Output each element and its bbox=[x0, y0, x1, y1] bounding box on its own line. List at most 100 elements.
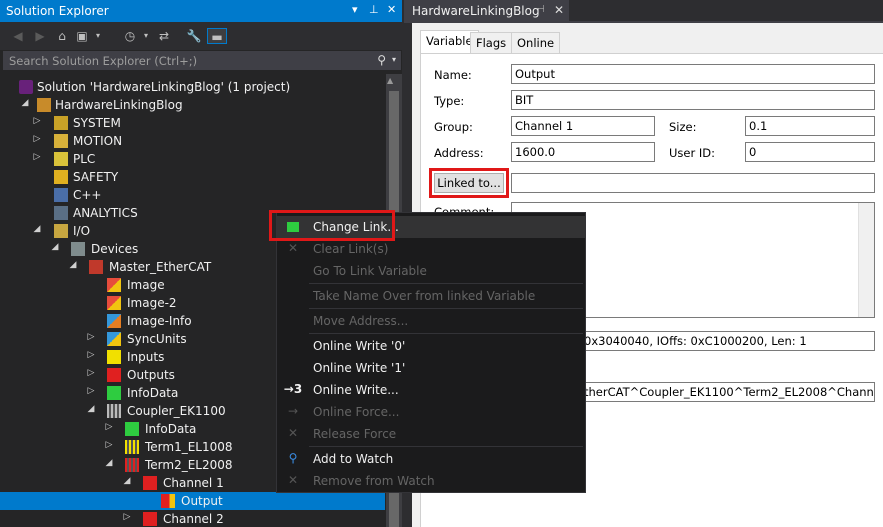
pin-icon[interactable]: ⊥ bbox=[369, 3, 379, 16]
name-field[interactable]: Output bbox=[511, 64, 875, 84]
size-field: 0.1 bbox=[745, 116, 875, 136]
tree-item-solution[interactable]: Solution 'HardwareLinkingBlog' (1 projec… bbox=[0, 78, 385, 96]
group-label: Group: bbox=[434, 120, 473, 134]
solution-icon bbox=[19, 80, 33, 94]
add-watch-icon: ⚲ bbox=[288, 451, 298, 465]
chevron-down-icon[interactable]: ◢ bbox=[86, 404, 96, 414]
highlight-box-change-link bbox=[269, 210, 395, 241]
close-icon[interactable]: ✕ bbox=[387, 3, 396, 16]
tab-flags[interactable]: Flags bbox=[470, 32, 513, 53]
tree-item-project[interactable]: ◢ HardwareLinkingBlog bbox=[0, 96, 385, 114]
terminal-icon bbox=[125, 440, 139, 454]
comment-scrollbar[interactable] bbox=[858, 203, 874, 317]
online-force-icon: → bbox=[287, 404, 299, 418]
clear-link-icon: ✕ bbox=[287, 241, 299, 255]
menu-item-release-force[interactable]: ✕ Release Force bbox=[277, 423, 585, 445]
close-icon[interactable]: ✕ bbox=[554, 3, 564, 17]
chevron-right-icon[interactable]: ▷ bbox=[104, 422, 114, 432]
tree-item-plc[interactable]: ▷ PLC bbox=[0, 150, 385, 168]
chevron-right-icon[interactable]: ▷ bbox=[122, 512, 132, 522]
chevron-right-icon[interactable]: ▷ bbox=[32, 152, 42, 162]
menu-item-move-address[interactable]: Move Address... bbox=[277, 310, 585, 332]
chevron-down-icon[interactable]: ◢ bbox=[122, 476, 132, 486]
menu-item-remove-from-watch[interactable]: ✕ Remove from Watch bbox=[277, 470, 585, 492]
forward-icon[interactable]: ▶ bbox=[32, 28, 48, 44]
chevron-right-icon[interactable]: ▷ bbox=[86, 350, 96, 360]
home-icon[interactable]: ⌂ bbox=[54, 28, 70, 44]
channel-icon bbox=[143, 512, 157, 526]
infodata-icon bbox=[125, 422, 139, 436]
tree-item-cpp[interactable]: C++ bbox=[0, 186, 385, 204]
type-field: BIT bbox=[511, 90, 875, 110]
terminal-icon bbox=[125, 458, 139, 472]
remove-watch-icon: ✕ bbox=[287, 473, 299, 487]
back-icon[interactable]: ◀ bbox=[10, 28, 26, 44]
chevron-right-icon[interactable]: ▷ bbox=[104, 440, 114, 450]
tree-item-channel-2[interactable]: ▷ Channel 2 bbox=[0, 510, 385, 527]
chevron-down-icon[interactable]: ◢ bbox=[32, 224, 42, 234]
document-tab-title: HardwareLinkingBlog bbox=[412, 4, 540, 18]
pending-changes-icon[interactable]: ◷ bbox=[122, 28, 138, 44]
chevron-right-icon[interactable]: ▷ bbox=[86, 332, 96, 342]
infodata-icon bbox=[107, 386, 121, 400]
search-icon[interactable]: ⚲ bbox=[377, 53, 386, 67]
tree-item-safety[interactable]: SAFETY bbox=[0, 168, 385, 186]
menu-separator bbox=[309, 333, 583, 334]
solution-explorer-toolbar: ◀ ▶ ⌂ ▣ ▾ ◷ ▾ ⇄ 🔧 ▬ bbox=[0, 22, 402, 50]
userid-field[interactable]: 0 bbox=[745, 142, 875, 162]
preview-icon[interactable]: ▬ bbox=[207, 28, 227, 44]
release-force-icon: ✕ bbox=[287, 426, 299, 440]
chevron-down-icon[interactable]: ▾ bbox=[392, 55, 396, 64]
io-icon bbox=[54, 224, 68, 238]
search-input[interactable]: Search Solution Explorer (Ctrl+;) bbox=[9, 54, 197, 68]
chevron-right-icon[interactable]: ▷ bbox=[32, 134, 42, 144]
properties-wrench-icon[interactable]: 🔧 bbox=[186, 28, 202, 44]
chevron-right-icon[interactable]: ▷ bbox=[86, 386, 96, 396]
syncunits-icon bbox=[107, 332, 121, 346]
menu-item-add-to-watch[interactable]: ⚲ Add to Watch bbox=[277, 448, 585, 470]
chevron-right-icon[interactable]: ▷ bbox=[86, 368, 96, 378]
menu-item-go-to-link-variable[interactable]: Go To Link Variable bbox=[277, 260, 585, 282]
chevron-down-icon[interactable]: ▾ bbox=[138, 28, 154, 44]
chevron-down-icon[interactable]: ◢ bbox=[50, 242, 60, 252]
menu-item-take-name-over[interactable]: Take Name Over from linked Variable bbox=[277, 285, 585, 307]
menu-item-online-write[interactable]: →3 Online Write... bbox=[277, 379, 585, 401]
tree-item-system[interactable]: ▷ SYSTEM bbox=[0, 114, 385, 132]
menu-item-online-force[interactable]: → Online Force... bbox=[277, 401, 585, 423]
cpp-icon bbox=[54, 188, 68, 202]
tree-item-motion[interactable]: ▷ MOTION bbox=[0, 132, 385, 150]
chevron-down-icon[interactable]: ◢ bbox=[20, 98, 30, 108]
chevron-down-icon[interactable]: ◢ bbox=[68, 260, 78, 270]
menu-item-online-write-1[interactable]: Online Write '1' bbox=[277, 357, 585, 379]
chevron-down-icon[interactable]: ▾ bbox=[90, 28, 106, 44]
scroll-up-icon[interactable]: ▲ bbox=[387, 76, 393, 85]
coupler-icon bbox=[107, 404, 121, 418]
address-field: 1600.0 bbox=[511, 142, 655, 162]
full-path-text: therCAT^Coupler_EK1100^Term2_EL2008^Chan… bbox=[584, 385, 875, 399]
inputs-icon bbox=[107, 350, 121, 364]
image-icon bbox=[107, 296, 121, 310]
switch-views-icon[interactable]: ▣ bbox=[74, 28, 90, 44]
solution-explorer-search[interactable]: Search Solution Explorer (Ctrl+;) ⚲ ▾ bbox=[3, 51, 401, 70]
address-label: Address: bbox=[434, 146, 484, 160]
pin-icon[interactable]: ⊣ bbox=[536, 4, 545, 15]
menu-separator bbox=[309, 283, 583, 284]
ethercat-master-icon bbox=[89, 260, 103, 274]
chevron-down-icon[interactable]: ◢ bbox=[104, 458, 114, 468]
name-label: Name: bbox=[434, 68, 472, 82]
online-write-icon: →3 bbox=[283, 382, 303, 396]
dropdown-icon[interactable]: ▾ bbox=[352, 3, 358, 16]
plc-icon bbox=[54, 152, 68, 166]
context-menu: Change Link... ✕ Clear Link(s) Go To Lin… bbox=[276, 212, 586, 493]
menu-item-clear-links[interactable]: ✕ Clear Link(s) bbox=[277, 238, 585, 260]
sync-icon[interactable]: ⇄ bbox=[156, 28, 172, 44]
tab-online[interactable]: Online bbox=[511, 32, 561, 53]
system-icon bbox=[54, 116, 68, 130]
document-tab[interactable]: HardwareLinkingBlog ⊣ ✕ bbox=[404, 0, 569, 21]
highlight-box-linked bbox=[429, 168, 509, 198]
motion-icon bbox=[54, 134, 68, 148]
tree-item-output-selected[interactable]: Output bbox=[0, 492, 385, 510]
channel-icon bbox=[143, 476, 157, 490]
chevron-right-icon[interactable]: ▷ bbox=[32, 116, 42, 126]
menu-item-online-write-0[interactable]: Online Write '0' bbox=[277, 335, 585, 357]
